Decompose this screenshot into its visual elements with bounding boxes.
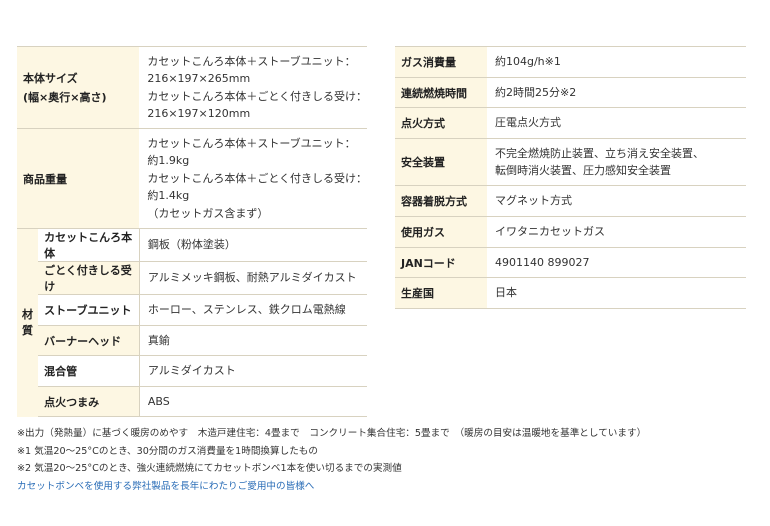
material-part: 混合管 bbox=[38, 355, 140, 387]
material-group-label: 材 質 bbox=[17, 228, 39, 417]
spec-line: 約104g/h※1 bbox=[495, 55, 561, 69]
material-row: 材 質 カセットこんろ本体 鋼板（粉体塗装） bbox=[17, 228, 367, 417]
size-label-line2: (幅×奥行×高さ) bbox=[23, 90, 107, 104]
spec-line: 転倒時消火装置、圧力感知安全装置 bbox=[495, 164, 671, 177]
spec-row: 連続燃焼時間 約2時間25分※2 bbox=[395, 77, 746, 108]
spec-row-size: 本体サイズ (幅×奥行×高さ) カセットこんろ本体＋ストーブユニット： 216×… bbox=[17, 46, 367, 129]
size-line: 216×197×265mm bbox=[147, 72, 251, 85]
material-row: 点火つまみ ABS bbox=[17, 386, 367, 417]
spec-row-weight: 商品重量 カセットこんろ本体＋ストーブユニット： 約1.9kg カセットこんろ本… bbox=[17, 128, 367, 229]
material-value: 真鍮 bbox=[138, 325, 367, 356]
spec-table-right: ガス消費量 約104g/h※1 連続燃焼時間 約2時間25分※2 点火方式 圧電… bbox=[395, 46, 746, 309]
weight-line: 約1.4kg bbox=[147, 189, 190, 203]
spec-label: JANコード bbox=[395, 247, 487, 278]
spec-line: マグネット方式 bbox=[495, 194, 572, 208]
spec-table-left: 本体サイズ (幅×奥行×高さ) カセットこんろ本体＋ストーブユニット： 216×… bbox=[17, 46, 367, 417]
weight-line: 約1.9kg bbox=[147, 154, 190, 168]
footnote-1: ※1 気温20〜25°Cのとき、30分間のガス消費量を1時間換算したもの bbox=[17, 445, 318, 457]
spec-label: 容器着脱方式 bbox=[395, 185, 487, 217]
material-part: ごとく付きしる受け bbox=[38, 261, 140, 295]
spec-value: 約104g/h※1 bbox=[487, 46, 746, 78]
material-char: 質 bbox=[22, 323, 34, 337]
material-row: ごとく付きしる受け アルミメッキ鋼板、耐熱アルミダイカスト bbox=[17, 261, 367, 295]
spec-line: 圧電点火方式 bbox=[495, 116, 561, 130]
weight-line: カセットこんろ本体＋ごとく付きしる受け： bbox=[147, 171, 367, 185]
size-label-line1: 本体サイズ bbox=[23, 71, 78, 85]
material-char: 材 bbox=[22, 307, 34, 321]
spec-line: イワタニカセットガス bbox=[495, 225, 605, 239]
material-value: 鋼板（粉体塗装） bbox=[138, 228, 367, 262]
size-line: カセットこんろ本体＋ごとく付きしる受け： bbox=[147, 89, 367, 103]
material-value: アルミメッキ鋼板、耐熱アルミダイカスト bbox=[138, 261, 367, 295]
size-value: カセットこんろ本体＋ストーブユニット： 216×197×265mm カセットこん… bbox=[139, 46, 367, 129]
spec-row: 生産国 日本 bbox=[395, 277, 746, 309]
material-row: ストーブユニット ホーロー、ステンレス、鉄クロム電熱線 bbox=[17, 294, 367, 326]
weight-line: カセットこんろ本体＋ストーブユニット： bbox=[147, 136, 356, 150]
material-part: バーナーヘッド bbox=[38, 325, 140, 356]
material-value: ABS bbox=[138, 386, 367, 417]
size-line: カセットこんろ本体＋ストーブユニット： bbox=[147, 54, 356, 68]
spec-label: 生産国 bbox=[395, 277, 487, 309]
weight-line: （カセットガス含まず） bbox=[147, 206, 269, 220]
material-value: ホーロー、ステンレス、鉄クロム電熱線 bbox=[138, 294, 367, 326]
footnote-heating: ※出力（発熱量）に基づく暖房のめやす 木造戸建住宅：4畳まで コンクリート集合住… bbox=[17, 428, 647, 439]
spec-label: 点火方式 bbox=[395, 107, 487, 139]
spec-label: 使用ガス bbox=[395, 216, 487, 248]
material-row: 混合管 アルミダイカスト bbox=[17, 355, 367, 387]
spec-value: 日本 bbox=[487, 277, 746, 309]
spec-row: JANコード 4901140 899027 bbox=[395, 247, 746, 278]
long-term-users-link[interactable]: カセットボンベを使用する弊社製品を長年にわたりご愛用中の皆様へ bbox=[17, 481, 314, 492]
spec-line: 不完全燃焼防止装置、立ち消え安全装置、 bbox=[495, 146, 704, 160]
spec-row: ガス消費量 約104g/h※1 bbox=[395, 46, 746, 78]
spec-row: 使用ガス イワタニカセットガス bbox=[395, 216, 746, 248]
weight-value: カセットこんろ本体＋ストーブユニット： 約1.9kg カセットこんろ本体＋ごとく… bbox=[139, 128, 367, 229]
spec-line: 4901140 899027 bbox=[495, 255, 590, 269]
weight-label: 商品重量 bbox=[17, 128, 140, 229]
spec-value: イワタニカセットガス bbox=[487, 216, 746, 248]
size-line: 216×197×120mm bbox=[147, 107, 251, 120]
spec-line: 約2時間25分※2 bbox=[495, 85, 577, 99]
spec-label: 安全装置 bbox=[395, 138, 487, 186]
material-part: カセットこんろ本体 bbox=[38, 228, 140, 262]
spec-row: 容器着脱方式 マグネット方式 bbox=[395, 185, 746, 217]
footnote-2: ※2 気温20〜25°Cのとき、強火連続燃焼にてカセットボンベ1本を使い切るまで… bbox=[17, 463, 402, 474]
footnotes: ※出力（発熱量）に基づく暖房のめやす 木造戸建住宅：4畳まで コンクリート集合住… bbox=[17, 425, 646, 495]
spec-value: マグネット方式 bbox=[487, 185, 746, 217]
spec-value: 4901140 899027 bbox=[487, 247, 746, 278]
spec-label: ガス消費量 bbox=[395, 46, 487, 78]
material-value: アルミダイカスト bbox=[138, 355, 367, 387]
spec-value: 約2時間25分※2 bbox=[487, 77, 746, 108]
spec-row: 安全装置 不完全燃焼防止装置、立ち消え安全装置、 転倒時消火装置、圧力感知安全装… bbox=[395, 138, 746, 186]
size-label: 本体サイズ (幅×奥行×高さ) bbox=[17, 46, 140, 129]
spec-value: 不完全燃焼防止装置、立ち消え安全装置、 転倒時消火装置、圧力感知安全装置 bbox=[487, 138, 746, 186]
spec-value: 圧電点火方式 bbox=[487, 107, 746, 139]
material-part: ストーブユニット bbox=[38, 294, 140, 326]
spec-label: 連続燃焼時間 bbox=[395, 77, 487, 108]
material-part: 点火つまみ bbox=[38, 386, 140, 417]
spec-line: 日本 bbox=[495, 286, 517, 300]
material-row: バーナーヘッド 真鍮 bbox=[17, 325, 367, 356]
spec-row: 点火方式 圧電点火方式 bbox=[395, 107, 746, 139]
